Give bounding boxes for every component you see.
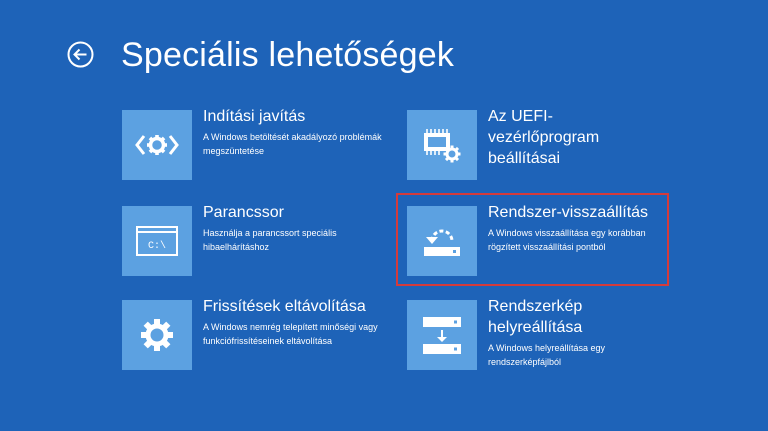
option-description: A Windows helyreállítása egy rendszerkép… xyxy=(488,343,606,367)
option-tile: C:\ xyxy=(122,206,192,276)
option-description: A Windows visszaállítása egy korábban rö… xyxy=(488,228,646,252)
option-description: A Windows nemrég telepített minőségi vag… xyxy=(203,322,378,346)
option-tile xyxy=(407,300,477,370)
system-image-icon xyxy=(423,317,461,354)
option-tile xyxy=(407,110,477,180)
svg-text:C:\: C:\ xyxy=(148,240,166,252)
system-restore-icon xyxy=(424,229,460,256)
chip-gear-icon xyxy=(424,129,461,163)
option-title: Indítási javítás xyxy=(203,108,306,125)
option-title: Az UEFI-vezérlőprogram beállításai xyxy=(488,108,600,167)
option-title: Frissítések eltávolítása xyxy=(203,298,366,315)
option-title: Rendszerkép helyreállítása xyxy=(488,298,583,336)
option-tile xyxy=(122,300,192,370)
gear-code-icon xyxy=(135,135,179,155)
back-arrow-icon xyxy=(67,41,94,68)
option-title: Parancssor xyxy=(203,204,284,221)
option-description: Használja a parancssort speciális hibael… xyxy=(203,228,337,252)
command-prompt-icon: C:\ xyxy=(136,226,178,256)
page-title: Speciális lehetőségek xyxy=(121,36,455,74)
back-button[interactable] xyxy=(67,41,94,68)
option-tile xyxy=(407,206,477,276)
option-title: Rendszer-visszaállítás xyxy=(488,204,649,221)
option-description: A Windows betöltését akadályozó problémá… xyxy=(203,132,382,156)
gear-icon xyxy=(141,319,173,351)
option-tile xyxy=(122,110,192,180)
